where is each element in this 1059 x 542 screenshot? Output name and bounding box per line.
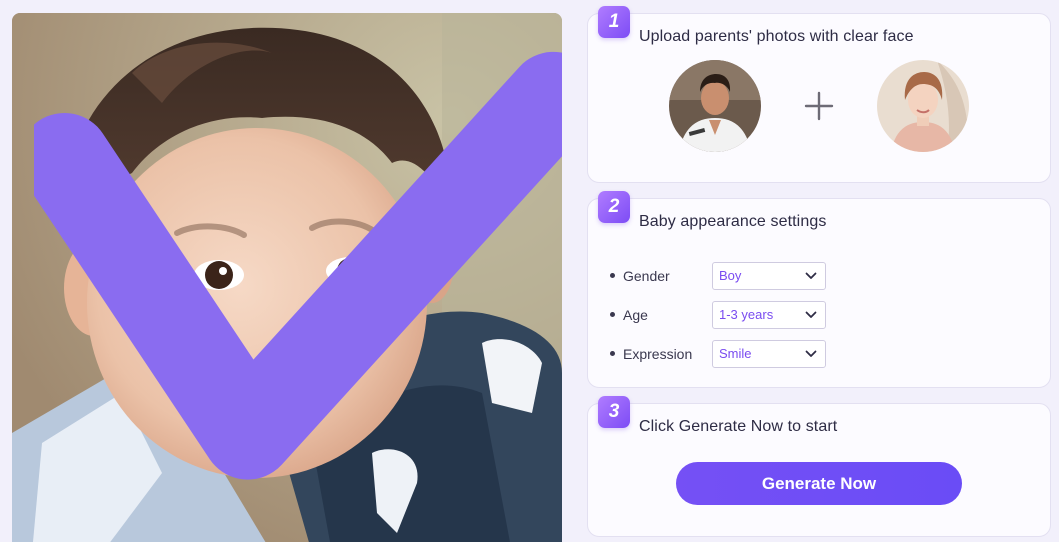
expression-select[interactable]: Smile [712,339,826,368]
bullet-dot [610,351,615,356]
age-select[interactable]: 1-3 years [712,300,826,329]
generate-card: 3 Click Generate Now to start Generate N… [587,396,1051,537]
chevron-down-icon [805,350,817,357]
gender-select-value: Boy [719,268,742,283]
expression-select-value: Smile [719,346,752,361]
baby-generator-page: 1 Upload parents' photos with clear face [0,0,1059,542]
generate-step-title: Click Generate Now to start [639,418,838,435]
father-photo-upload[interactable] [669,60,761,152]
gender-select[interactable]: Boy [712,261,826,290]
gender-setting-row: Gender Boy [610,256,1030,295]
expression-setting-row: Expression Smile [610,334,1030,373]
step-badge-3: 3 [598,396,630,428]
expression-label: Expression [623,345,693,362]
age-select-value: 1-3 years [719,307,774,322]
mother-photo [877,60,969,152]
father-photo [669,60,761,152]
baby-preview-image [12,13,562,542]
step-badge-1: 1 [598,6,630,38]
mother-photo-upload[interactable] [877,60,969,152]
chevron-down-icon [805,272,817,279]
upload-parents-card: 1 Upload parents' photos with clear face [587,6,1051,183]
plus-icon [804,91,834,121]
upload-step-title: Upload parents' photos with clear face [639,28,914,45]
settings-list: Gender Boy Age 1-3 years Expression Smil… [610,256,1030,373]
appearance-settings-card: 2 Baby appearance settings Gender Boy Ag… [587,191,1051,388]
age-setting-row: Age 1-3 years [610,295,1030,334]
generate-now-button[interactable]: Generate Now [676,462,962,505]
watermark-logo-icon [34,51,562,480]
bullet-dot [610,312,615,317]
bullet-dot [610,273,615,278]
step-badge-2: 2 [598,191,630,223]
settings-step-title: Baby appearance settings [639,213,827,230]
chevron-down-icon [805,311,817,318]
gender-label: Gender [623,267,670,284]
age-label: Age [623,306,648,323]
